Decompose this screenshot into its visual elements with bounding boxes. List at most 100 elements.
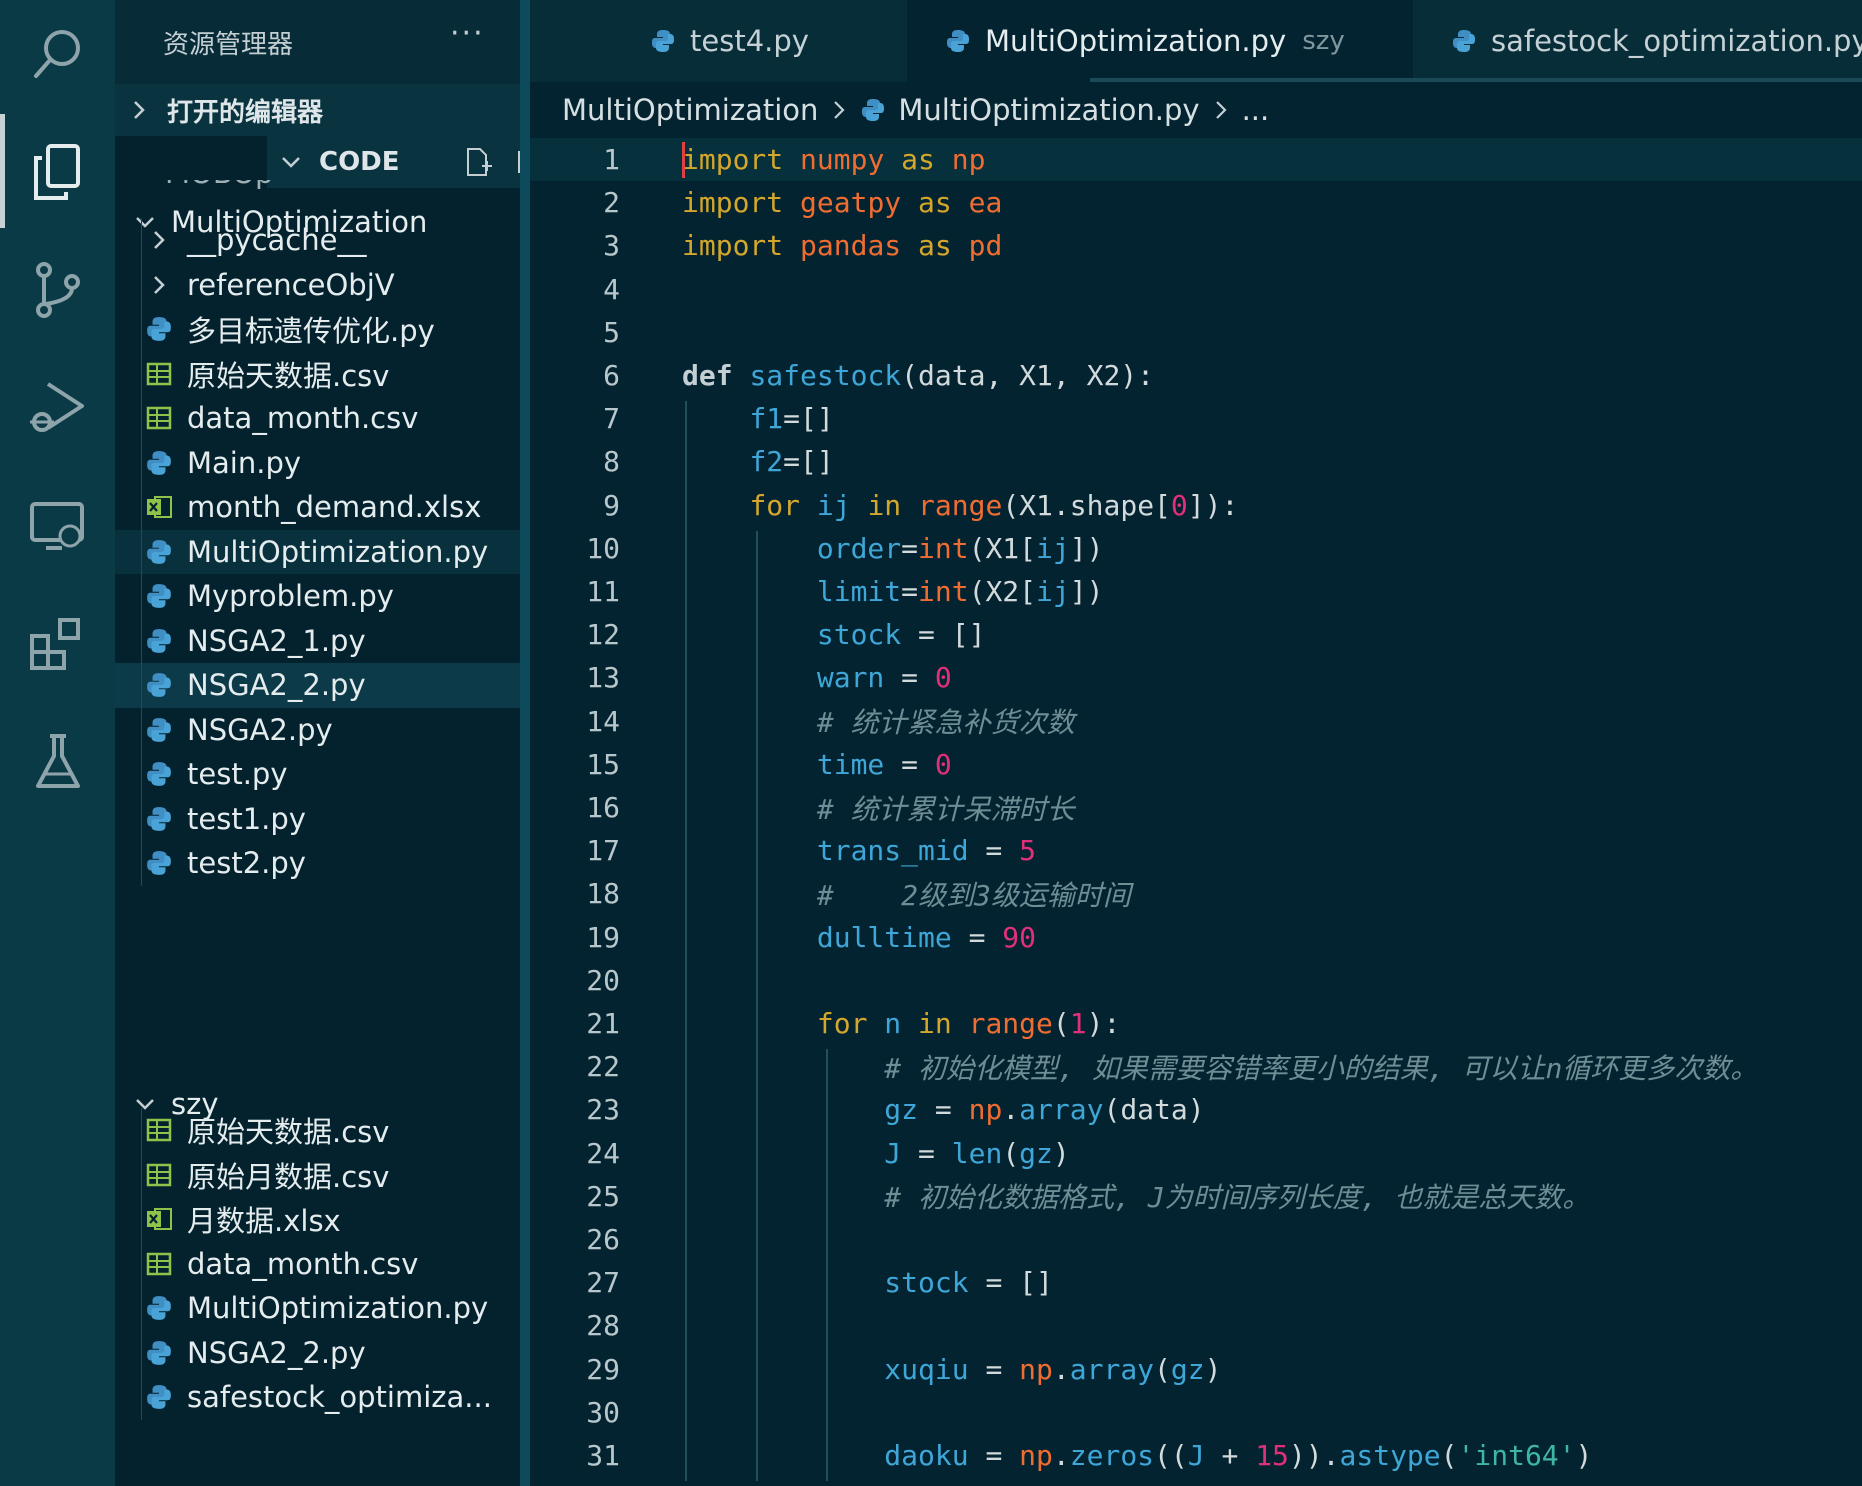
- code-line[interactable]: 8 f2=[]: [530, 440, 1862, 483]
- tree-file[interactable]: safestock_optimiza...: [115, 1375, 520, 1420]
- section-open-editors[interactable]: 打开的编辑器: [115, 84, 520, 136]
- code-line[interactable]: 25 # 初始化数据格式, J为时间序列长度, 也就是总天数。: [530, 1175, 1862, 1218]
- text-cursor: [682, 142, 685, 178]
- code-line[interactable]: 18 # 2级到3级运输时间: [530, 872, 1862, 915]
- breadcrumb-more[interactable]: ...: [1242, 93, 1270, 127]
- code-line[interactable]: 10 order=int(X1[ij]): [530, 527, 1862, 570]
- line-number: 17: [586, 834, 620, 868]
- tree-folder[interactable]: __pycache__: [115, 218, 520, 263]
- code-token: =[]: [783, 402, 834, 436]
- tree-file[interactable]: MultiOptimization.py: [115, 529, 520, 574]
- testing-icon[interactable]: [22, 726, 94, 798]
- breadcrumb-file[interactable]: MultiOptimization.py: [898, 93, 1199, 127]
- code-line[interactable]: 26: [530, 1218, 1862, 1261]
- tree-file[interactable]: month_demand.xlsx: [115, 485, 520, 530]
- code-token: 1: [1069, 1007, 1087, 1041]
- python-file-icon: [1451, 28, 1477, 54]
- search-icon[interactable]: [22, 18, 94, 90]
- line-number: 8: [603, 445, 620, 479]
- line-number: 27: [586, 1266, 620, 1300]
- sidebar-scrollbar[interactable]: [520, 0, 530, 1486]
- tree-file[interactable]: NSGA2_2.py: [115, 1331, 520, 1376]
- tree-file[interactable]: test.py: [115, 752, 520, 797]
- code-line[interactable]: 9 for ij in range(X1.shape[0]):: [530, 484, 1862, 527]
- code-text: warn = 0: [682, 661, 952, 694]
- code-line[interactable]: 16 # 统计累计呆滞时长: [530, 786, 1862, 829]
- tree-item-label: 月数据.xlsx: [187, 1204, 341, 1239]
- tree-folder[interactable]: referenceObjV: [115, 263, 520, 308]
- code-token: daoku: [884, 1439, 969, 1473]
- code-token: import: [682, 186, 784, 220]
- code-token: 5: [1019, 834, 1037, 868]
- tree-file[interactable]: NSGA2_1.py: [115, 619, 520, 664]
- code-token: stock: [816, 618, 902, 652]
- tree-file[interactable]: 原始月数据.csv: [115, 1153, 520, 1198]
- source-control-icon[interactable]: [22, 254, 94, 326]
- code-line[interactable]: 7 f1=[]: [530, 397, 1862, 440]
- code-line[interactable]: 1 import numpy as np: [530, 138, 1862, 182]
- code-line[interactable]: 22 # 初始化模型, 如果需要容错率更小的结果, 可以让n循环更多次数。: [530, 1045, 1862, 1088]
- code-token: len: [951, 1136, 1003, 1170]
- new-file-icon[interactable]: [460, 144, 496, 180]
- tree-file[interactable]: 月数据.xlsx: [115, 1197, 520, 1242]
- tree-file[interactable]: data_month.csv: [115, 396, 520, 441]
- tree-file[interactable]: 原始天数据.csv: [115, 1108, 520, 1153]
- python-file-icon: [145, 538, 173, 566]
- explorer-icon[interactable]: [22, 136, 94, 208]
- code-line[interactable]: 31 daoku = np.zeros((J + 15)).astype('in…: [530, 1434, 1862, 1477]
- tree-file[interactable]: MultiOptimization.py: [115, 1286, 520, 1331]
- code-line[interactable]: 23 gz = np.array(data): [530, 1088, 1862, 1131]
- code-text: # 统计累计呆滞时长: [682, 788, 1075, 828]
- indent-guide: [141, 218, 142, 886]
- code-line[interactable]: 11 limit=int(X2[ij]): [530, 570, 1862, 613]
- python-file-icon: [145, 671, 173, 699]
- code-line[interactable]: 17 trans_mid = 5: [530, 829, 1862, 872]
- tree-file[interactable]: 原始天数据.csv: [115, 352, 520, 397]
- code-line[interactable]: 2 import geatpy as ea: [530, 181, 1862, 224]
- tree-file[interactable]: data_month.csv: [115, 1242, 520, 1287]
- code-line[interactable]: 13 warn = 0: [530, 656, 1862, 699]
- code-line[interactable]: 4: [530, 268, 1862, 311]
- indent-guide: [756, 530, 758, 1482]
- code-token: np: [951, 143, 986, 177]
- code-line[interactable]: 21 for n in range(1):: [530, 1002, 1862, 1045]
- code-line[interactable]: 30: [530, 1391, 1862, 1434]
- code-line[interactable]: 6 def safestock(data, X1, X2):: [530, 354, 1862, 397]
- code-line[interactable]: 28: [530, 1304, 1862, 1347]
- code-line[interactable]: 14 # 统计紧急补货次数: [530, 700, 1862, 743]
- partial-tree-item[interactable]: MOBOp: [115, 180, 520, 196]
- code-token: ): [1204, 1352, 1222, 1386]
- code-editor[interactable]: 1 import numpy as np 2 import geatpy as ea 3…: [530, 138, 1862, 1486]
- tree-file[interactable]: test2.py: [115, 841, 520, 886]
- tree-file[interactable]: NSGA2.py: [115, 708, 520, 753]
- code-line[interactable]: 5: [530, 311, 1862, 354]
- tree-file[interactable]: test1.py: [115, 797, 520, 842]
- remote-explorer-icon[interactable]: [22, 490, 94, 562]
- tree-file[interactable]: Myproblem.py: [115, 574, 520, 619]
- tab-safestock-optimization[interactable]: safestock_optimization.py: [1413, 0, 1862, 82]
- code-line[interactable]: 27 stock = []: [530, 1261, 1862, 1304]
- more-actions-button[interactable]: ···: [450, 16, 485, 51]
- tab-test4[interactable]: test4.py: [530, 0, 907, 82]
- tree-file[interactable]: NSGA2_2.py: [115, 663, 520, 708]
- code-line[interactable]: 19 dulltime = 90: [530, 916, 1862, 959]
- code-line[interactable]: 20: [530, 959, 1862, 1002]
- code-line[interactable]: 24 J = len(gz): [530, 1132, 1862, 1175]
- run-debug-icon[interactable]: [22, 372, 94, 444]
- code-line[interactable]: 15 time = 0: [530, 743, 1862, 786]
- code-line[interactable]: 12 stock = []: [530, 613, 1862, 656]
- extensions-icon[interactable]: [22, 608, 94, 680]
- line-number: 24: [586, 1136, 620, 1170]
- line-number: 1: [603, 143, 620, 177]
- tab-multioptimization[interactable]: MultiOptimization.py szy: [907, 0, 1413, 82]
- excel-file-icon: [145, 493, 173, 521]
- breadcrumb-folder[interactable]: MultiOptimization: [562, 93, 818, 127]
- code-line[interactable]: 3 import pandas as pd: [530, 224, 1862, 267]
- code-line[interactable]: 29 xuqiu = np.array(gz): [530, 1348, 1862, 1391]
- tree-file[interactable]: 多目标遗传优化.py: [115, 307, 520, 352]
- tree-file[interactable]: Main.py: [115, 441, 520, 486]
